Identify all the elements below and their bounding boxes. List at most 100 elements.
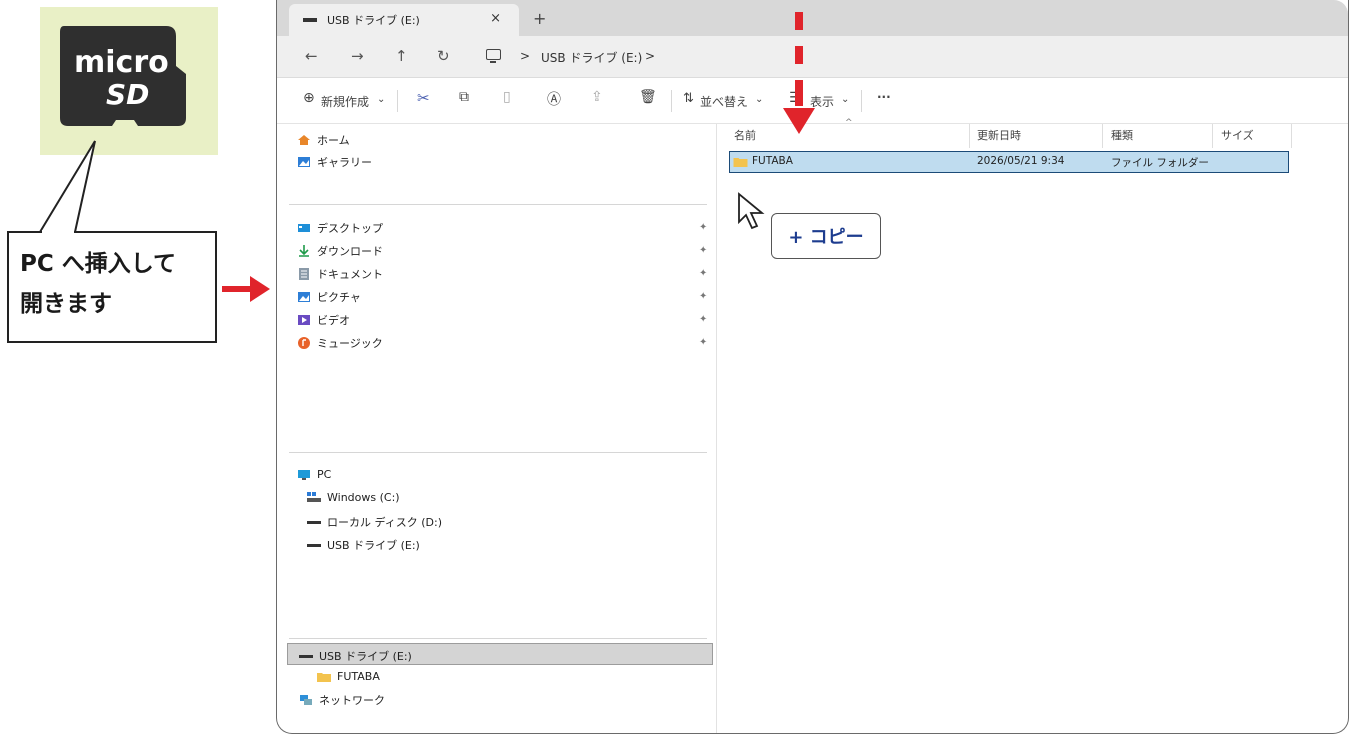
nav-item-label: ピクチャ — [317, 291, 361, 304]
nav-item-pc[interactable]: PC — [297, 468, 331, 481]
rename-icon[interactable]: Ⓐ — [547, 89, 561, 109]
column-divider[interactable] — [1102, 124, 1103, 148]
nav-item-label: FUTABA — [337, 670, 380, 683]
nav-item-videos[interactable]: ビデオ — [297, 312, 350, 328]
folder-icon — [317, 672, 331, 682]
nav-item-label: ビデオ — [317, 314, 350, 327]
nav-item-label: USB ドライブ (E:) — [327, 539, 420, 552]
nav-item-gallery[interactable]: ギャラリー — [297, 154, 372, 170]
close-icon[interactable]: × — [490, 11, 501, 26]
cut-icon[interactable]: ✂ — [417, 89, 430, 107]
nav-item-label: ダウンロード — [317, 245, 383, 258]
pin-icon[interactable]: ✦ — [699, 268, 707, 279]
copy-badge: + コピー — [771, 213, 881, 259]
column-header-type[interactable]: 種類 — [1111, 127, 1133, 143]
drive-icon — [303, 18, 317, 22]
chevron-down-icon[interactable]: ⌄ — [755, 94, 763, 105]
column-divider[interactable] — [1291, 124, 1292, 148]
pin-icon[interactable]: ✦ — [699, 245, 707, 256]
nav-item-label: ホーム — [317, 134, 350, 147]
nav-item-drive-d[interactable]: ローカル ディスク (D:) — [307, 514, 442, 530]
desktop-icon — [298, 224, 310, 232]
row-name[interactable]: FUTABA — [752, 155, 793, 167]
row-type: ファイル フォルダー — [1111, 157, 1209, 169]
nav-item-label: USB ドライブ (E:) — [319, 650, 412, 663]
red-right-arrow — [222, 276, 270, 302]
nav-item-desktop[interactable]: デスクトップ — [297, 220, 383, 236]
toolbar-divider — [397, 90, 398, 112]
nav-item-documents[interactable]: ドキュメント — [297, 266, 383, 282]
tab-title: USB ドライブ (E:) — [327, 14, 420, 27]
pc-icon[interactable] — [486, 49, 501, 63]
column-header-name[interactable]: 名前 — [734, 127, 756, 143]
nav-item-label: Windows (C:) — [327, 491, 400, 504]
chevron-down-icon[interactable]: ⌄ — [377, 94, 385, 105]
folder-icon — [733, 158, 748, 167]
nav-item-music[interactable]: ミュージック — [297, 335, 383, 351]
drag-down-arrow-icon — [783, 12, 815, 134]
sort-chevron-icon: ^ — [845, 118, 853, 128]
nav-item-label: ネットワーク — [319, 694, 385, 707]
drive-icon — [307, 544, 321, 547]
breadcrumb-separator[interactable]: > — [645, 49, 655, 63]
nav-item-network[interactable]: ネットワーク — [299, 692, 385, 708]
home-icon — [298, 135, 310, 145]
column-header-date[interactable]: 更新日時 — [977, 127, 1021, 143]
sort-button-label[interactable]: 並べ替え — [700, 93, 748, 110]
toolbar-divider — [671, 90, 672, 112]
download-icon — [299, 245, 309, 257]
sort-icon[interactable]: ⇅ — [683, 91, 694, 106]
toolbar-divider — [861, 90, 862, 112]
music-icon — [298, 337, 310, 349]
nav-item-label: PC — [317, 468, 332, 481]
breadcrumb-separator[interactable]: > — [520, 49, 530, 63]
column-header-size[interactable]: サイズ — [1221, 127, 1254, 143]
nav-item-pictures[interactable]: ピクチャ — [297, 289, 361, 305]
callout-text: PC へ挿入して 開きます — [20, 244, 176, 324]
callout-line-1: PC へ挿入して — [20, 251, 177, 277]
pictures-icon — [298, 292, 310, 302]
delete-icon[interactable]: 🗑 — [639, 89, 657, 105]
more-options-icon[interactable]: ··· — [877, 90, 891, 104]
nav-item-label: ミュージック — [317, 337, 383, 350]
paste-icon[interactable]: ▯ — [503, 89, 511, 105]
row-date: 2026/05/21 9:34 — [977, 155, 1065, 167]
nav-item-label: ローカル ディスク (D:) — [327, 516, 442, 529]
copy-icon[interactable]: ⧉ — [459, 89, 469, 105]
pin-icon[interactable]: ✦ — [699, 222, 707, 233]
nav-divider — [289, 204, 707, 205]
new-button-label[interactable]: 新規作成 — [321, 93, 369, 110]
tab-usb-drive[interactable]: USB ドライブ (E:) × — [289, 4, 519, 36]
column-divider[interactable] — [1212, 124, 1213, 148]
nav-item-downloads[interactable]: ダウンロード — [297, 243, 383, 259]
refresh-icon[interactable]: ↻ — [437, 47, 450, 65]
breadcrumb-usb-drive[interactable]: USB ドライブ (E:) — [541, 49, 642, 66]
pin-icon[interactable]: ✦ — [699, 291, 707, 302]
nav-item-home[interactable]: ホーム — [297, 132, 350, 148]
nav-item-drive-c[interactable]: Windows (C:) — [307, 491, 400, 504]
nav-item-drive-e[interactable]: USB ドライブ (E:) — [307, 537, 420, 553]
column-divider[interactable] — [969, 124, 970, 148]
nav-item-label: ギャラリー — [317, 156, 372, 169]
drive-icon — [307, 521, 321, 524]
up-arrow-icon[interactable]: ↑ — [395, 47, 408, 65]
cursor-arrow-icon — [738, 192, 765, 230]
nav-divider — [289, 452, 707, 453]
chevron-down-icon[interactable]: ⌄ — [841, 94, 849, 105]
forward-arrow-icon[interactable]: → — [351, 47, 364, 65]
explorer-window: USB ドライブ (E:) × + ← → ↑ ↻ > USB ドライブ (E:… — [276, 0, 1349, 734]
new-tab-icon[interactable]: + — [533, 9, 546, 28]
pin-icon[interactable]: ✦ — [699, 314, 707, 325]
video-icon — [298, 315, 310, 325]
new-plus-icon[interactable]: ⊕ — [303, 90, 315, 106]
pane-splitter[interactable] — [716, 124, 717, 733]
nav-item-label: ドキュメント — [317, 268, 383, 281]
back-arrow-icon[interactable]: ← — [305, 47, 318, 65]
pin-icon[interactable]: ✦ — [699, 337, 707, 348]
document-icon — [299, 268, 309, 280]
pc-icon — [298, 469, 310, 480]
nav-item-usb-drive[interactable]: USB ドライブ (E:) — [299, 648, 412, 664]
share-icon[interactable]: ⇪ — [591, 89, 603, 105]
nav-item-futaba[interactable]: FUTABA — [317, 670, 380, 683]
nav-divider — [289, 638, 707, 639]
